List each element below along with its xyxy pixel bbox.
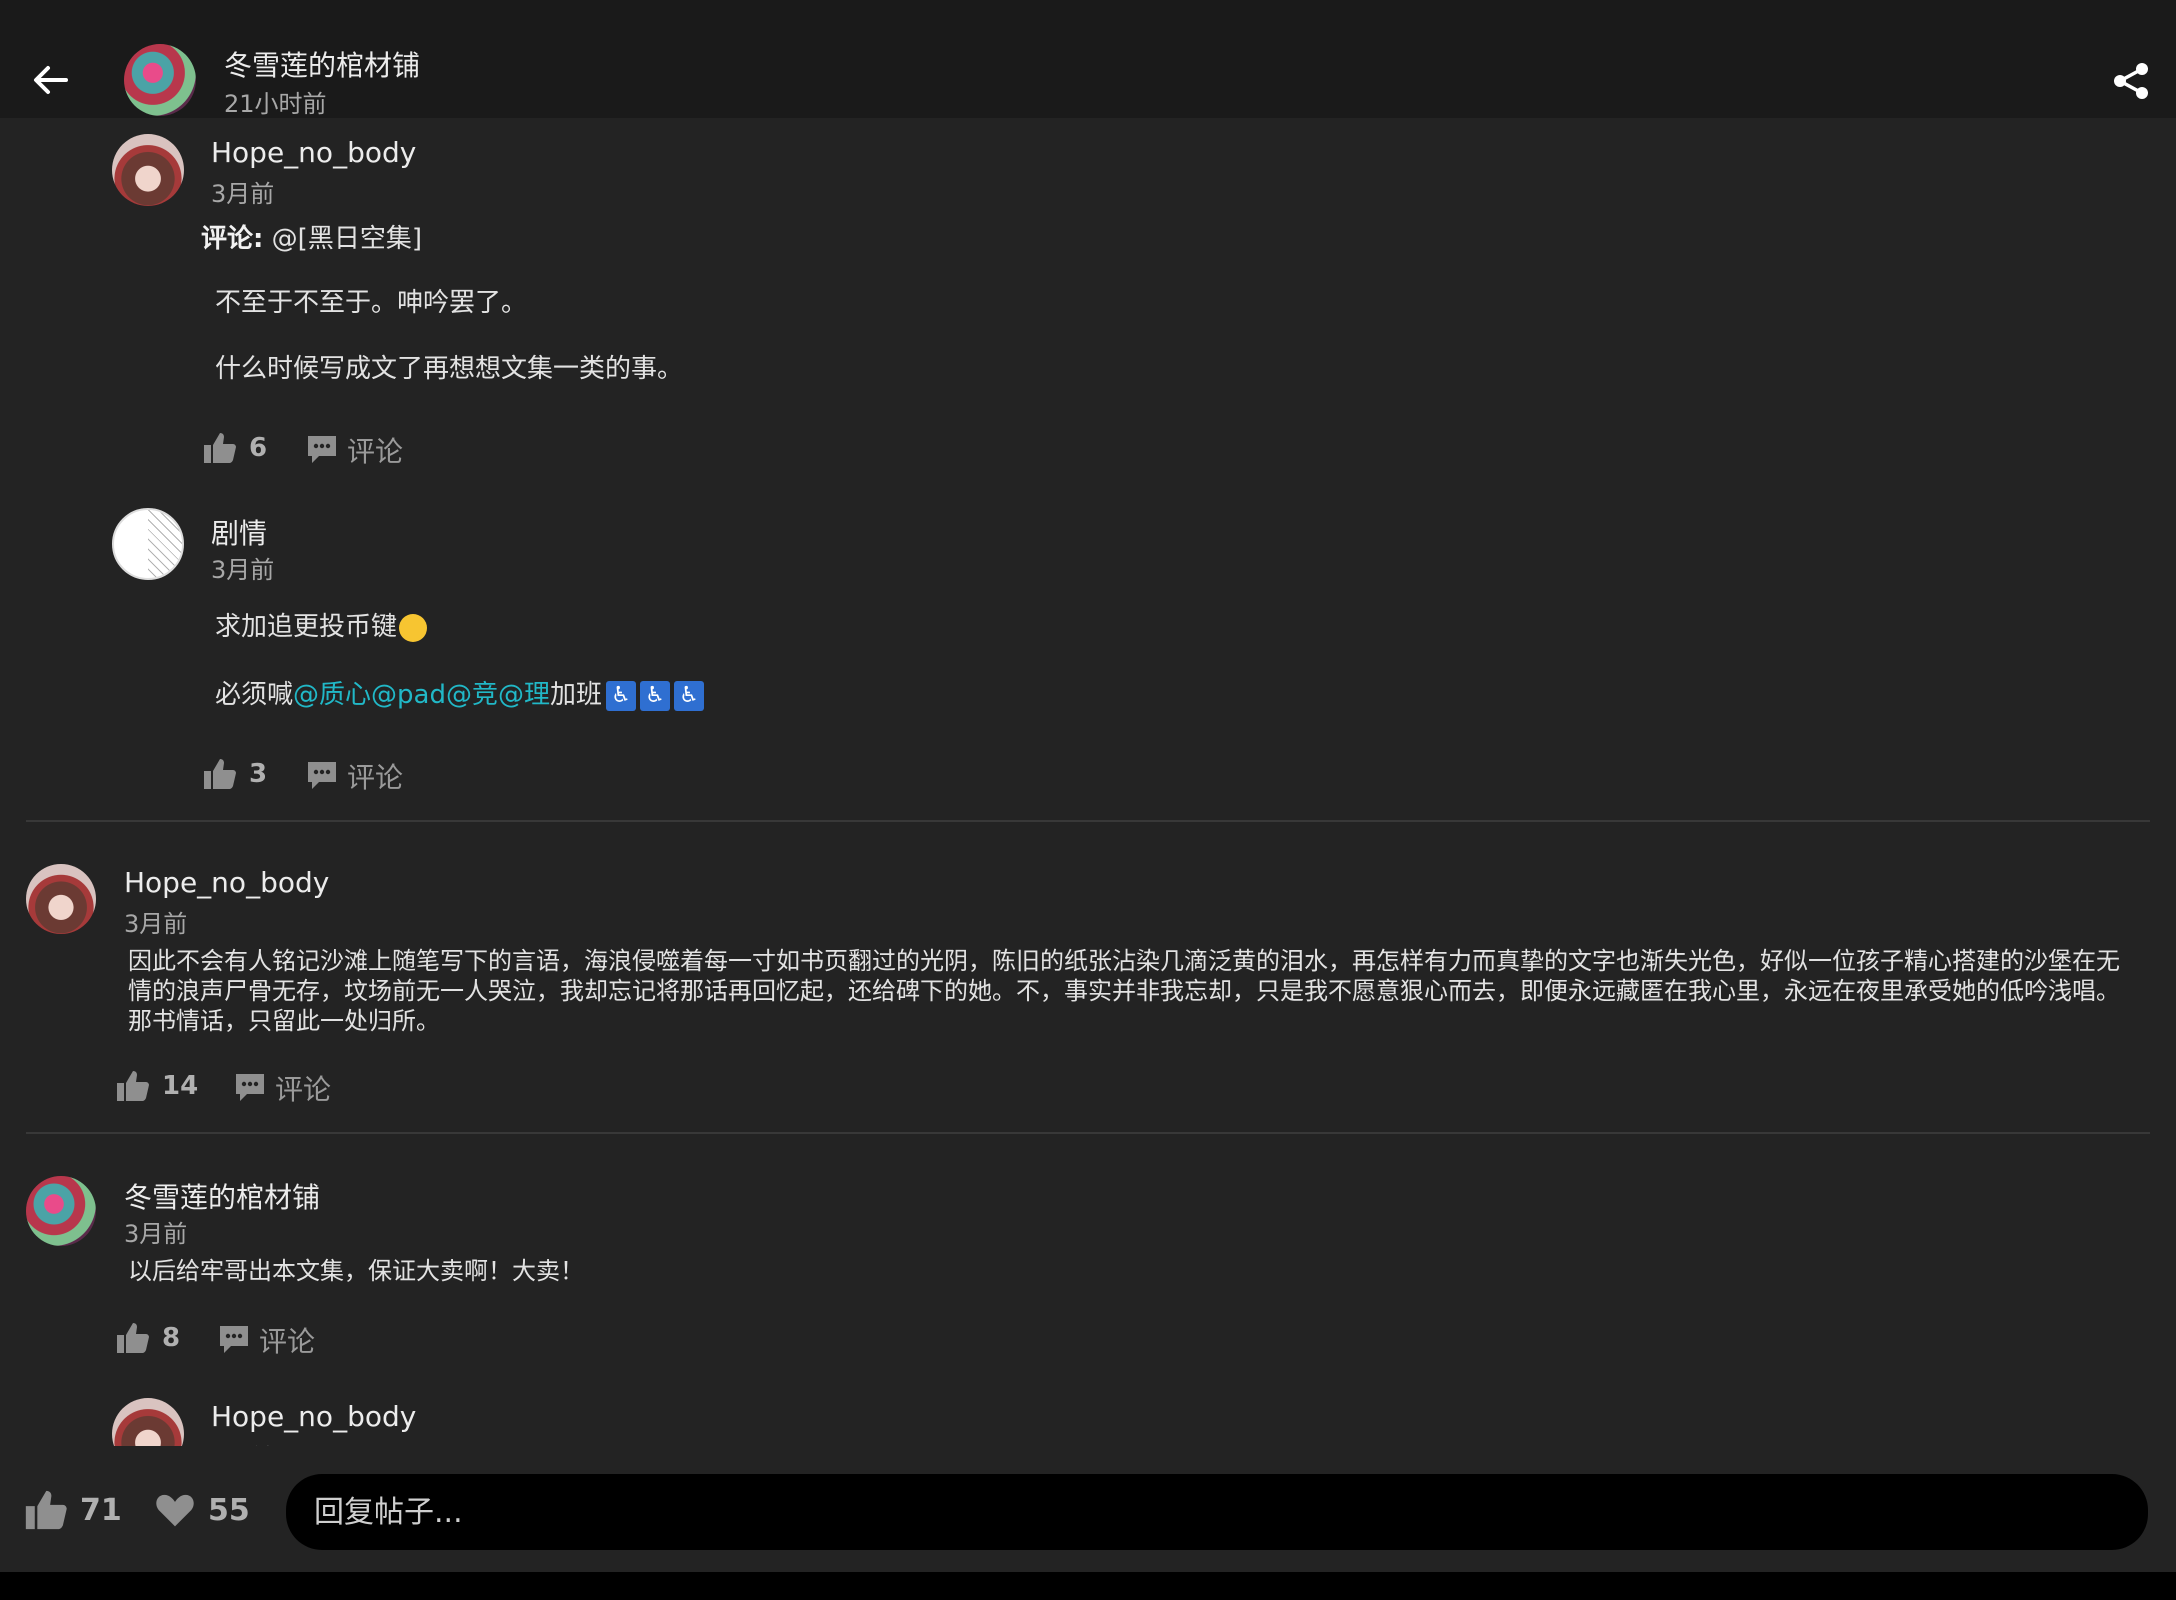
divider <box>26 1132 2150 1134</box>
top-app-bar: 冬雪莲的棺材铺 21小时前 <box>0 0 2176 118</box>
avatar[interactable] <box>112 508 184 580</box>
comment-time: 3月前 <box>211 180 275 208</box>
comment-text-suffix: 加班 <box>550 680 603 710</box>
like-count: 3 <box>249 759 268 789</box>
comment-text-line: 什么时候写成文了再想想文集一类的事。 <box>215 354 684 384</box>
comment-text-line: 必须喊@质心@pad@竞@理加班 ♿ ♿ ♿ <box>215 680 705 711</box>
favorite-button[interactable]: 55 <box>154 1488 250 1532</box>
comment-time: 3月前 <box>211 1438 274 1446</box>
comment-text: 以后给牢哥出本文集，保证大卖啊！大卖！ <box>128 1257 584 1285</box>
author-name[interactable]: 冬雪莲的棺材铺 <box>224 44 420 84</box>
wheelchair-emoji-icon: ♿ <box>606 680 637 711</box>
post-time: 21小时前 <box>224 90 327 118</box>
thumbs-up-icon <box>204 433 236 463</box>
like-count: 8 <box>162 1323 181 1353</box>
favorite-count: 55 <box>208 1492 250 1528</box>
avatar[interactable] <box>26 1176 96 1246</box>
author-avatar[interactable] <box>124 44 196 116</box>
post-like-count: 71 <box>80 1492 122 1528</box>
back-arrow-icon[interactable] <box>28 58 72 102</box>
thumbs-up-icon <box>117 1323 149 1353</box>
mention-link[interactable]: @竞 <box>446 680 498 710</box>
wheelchair-emoji-icon: ♿ <box>674 680 705 711</box>
comment-username[interactable]: Hope_no_body <box>211 1400 416 1433</box>
comment-bubble-icon <box>236 1074 264 1101</box>
comment-text-line: 求加追更投币键 <box>215 612 428 642</box>
comment-time: 3月前 <box>124 1220 188 1248</box>
thumbs-up-icon <box>117 1071 149 1101</box>
heart-icon <box>156 1494 194 1527</box>
share-icon[interactable] <box>2112 62 2150 100</box>
comment-time: 3月前 <box>211 556 275 584</box>
like-button[interactable]: 14 <box>114 1064 198 1108</box>
comment-label: 评论 <box>347 761 404 794</box>
comment-username[interactable]: Hope_no_body <box>124 866 329 899</box>
reply-reference: 评论: @[黑日空集] <box>201 224 422 254</box>
comment-text-prefix: 必须喊 <box>215 680 294 710</box>
comment-label: 评论 <box>347 435 404 468</box>
reply-label: 评论: <box>201 224 264 254</box>
comment-button[interactable]: 评论 <box>305 428 403 472</box>
avatar[interactable] <box>26 864 96 934</box>
comment-time: 3月前 <box>124 910 188 938</box>
comment-label: 评论 <box>259 1325 316 1358</box>
comment-button[interactable]: 评论 <box>217 1318 315 1362</box>
mention-link[interactable]: @质心 <box>293 680 371 710</box>
wheelchair-emoji-icon: ♿ <box>640 680 671 711</box>
comment-bubble-icon <box>308 436 336 463</box>
comment-bubble-icon <box>220 1326 248 1353</box>
divider <box>26 820 2150 822</box>
like-button[interactable]: 6 <box>201 426 267 470</box>
comment-username[interactable]: 冬雪莲的棺材铺 <box>124 1176 320 1216</box>
reply-target[interactable]: @[黑日空集] <box>272 224 422 254</box>
like-count: 14 <box>162 1071 199 1101</box>
like-button[interactable]: 3 <box>201 752 267 796</box>
post-like-button[interactable]: 71 <box>22 1488 122 1532</box>
yum-emoji-icon <box>399 613 428 642</box>
comment-username[interactable]: Hope_no_body <box>211 136 416 169</box>
thumbs-up-icon <box>204 759 236 789</box>
reply-input[interactable] <box>286 1474 2148 1550</box>
comment-text-line: 不至于不至于。呻吟罢了。 <box>215 288 528 318</box>
comment-username[interactable]: 剧情 <box>211 512 267 552</box>
mention-link[interactable]: @pad <box>371 680 446 710</box>
comment-button[interactable]: 评论 <box>305 754 403 798</box>
system-nav-strip <box>0 1572 2176 1600</box>
comment-bubble-icon <box>308 762 336 789</box>
comment-text: 因此不会有人铭记沙滩上随笔写下的言语，海浪侵噬着每一寸如书页翻过的光阴，陈旧的纸… <box>128 947 2120 1035</box>
avatar[interactable] <box>112 1398 184 1446</box>
avatar[interactable] <box>112 134 184 206</box>
mention-link[interactable]: @理 <box>498 680 550 710</box>
comment-label: 评论 <box>275 1073 332 1106</box>
like-count: 6 <box>249 433 268 463</box>
like-button[interactable]: 8 <box>114 1316 180 1360</box>
comment-button[interactable]: 评论 <box>233 1066 331 1110</box>
comment-item: Hope_no_body 3月前 <box>0 1390 2176 1446</box>
comment-text: 求加追更投币键 <box>215 612 398 642</box>
thumbs-up-icon <box>25 1490 67 1530</box>
